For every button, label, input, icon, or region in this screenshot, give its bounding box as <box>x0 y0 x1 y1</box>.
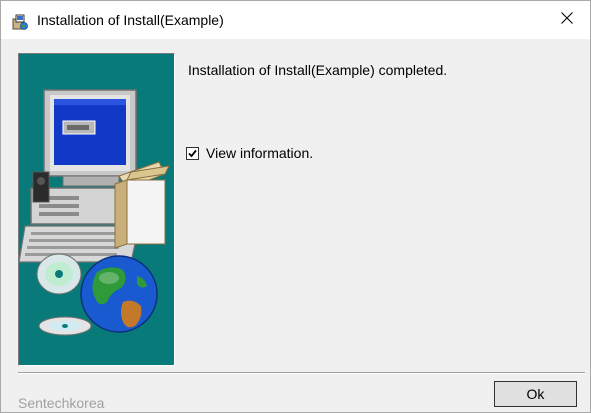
installer-app-icon <box>11 13 29 31</box>
view-information-checkbox[interactable] <box>186 146 199 160</box>
installer-illustration <box>18 53 175 366</box>
dialog-body: Installation of Install(Example) complet… <box>1 39 590 412</box>
completion-message: Installation of Install(Example) complet… <box>188 62 448 78</box>
title-bar: Installation of Install(Example) <box>1 1 590 39</box>
footer-divider <box>18 372 585 374</box>
ok-button[interactable]: Ok <box>494 381 577 407</box>
checkmark-icon <box>188 149 197 157</box>
computer-icon <box>19 89 170 263</box>
globe-icon <box>80 255 158 333</box>
view-information-label[interactable]: View information. <box>206 145 313 161</box>
close-icon <box>561 11 573 29</box>
installer-dialog: Installation of Install(Example) Install… <box>0 0 591 413</box>
vendor-brand-label: Sentechkorea <box>18 395 105 411</box>
view-information-option[interactable]: View information. <box>186 145 313 161</box>
close-button[interactable] <box>544 1 590 39</box>
window-title: Installation of Install(Example) <box>37 12 224 28</box>
